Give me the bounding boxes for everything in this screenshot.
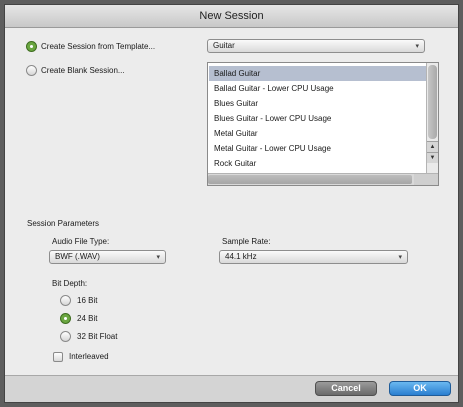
scroll-thumb[interactable]: [208, 175, 412, 184]
sample-rate-select[interactable]: 44.1 kHz ▾: [219, 250, 408, 264]
scroll-thumb[interactable]: [428, 65, 437, 139]
new-session-dialog: New Session Create Session from Template…: [4, 4, 459, 403]
sample-rate-value: 44.1 kHz: [225, 252, 257, 261]
from-template-radio[interactable]: [26, 41, 37, 52]
interleaved-label[interactable]: Interleaved: [69, 352, 109, 361]
interleaved-checkbox[interactable]: [53, 352, 63, 362]
list-item[interactable]: Rock Guitar: [209, 156, 427, 171]
chevron-down-icon: ▾: [415, 43, 419, 50]
bit-depth-16-label[interactable]: 16 Bit: [77, 296, 97, 305]
bit-depth-24-label[interactable]: 24 Bit: [77, 314, 97, 323]
audio-file-type-value: BWF (.WAV): [55, 252, 100, 261]
list-item[interactable]: Blues Guitar: [209, 96, 427, 111]
template-group-value: Guitar: [213, 41, 235, 50]
blank-session-label[interactable]: Create Blank Session...: [41, 66, 125, 75]
blank-session-radio[interactable]: [26, 65, 37, 76]
bit-depth-label: Bit Depth:: [52, 279, 88, 288]
list-item[interactable]: Metal Guitar: [209, 126, 427, 141]
scroll-down-icon[interactable]: ▼: [427, 152, 438, 163]
bit-depth-32-float-label[interactable]: 32 Bit Float: [77, 332, 117, 341]
list-item[interactable]: Ballad Guitar - Lower CPU Usage: [209, 81, 427, 96]
list-item[interactable]: Metal Guitar - Lower CPU Usage: [209, 141, 427, 156]
scroll-buttons[interactable]: [414, 174, 438, 185]
list-item[interactable]: Blues Guitar - Lower CPU Usage: [209, 111, 427, 126]
dialog-footer: Cancel OK: [5, 375, 458, 402]
bit-depth-24-radio[interactable]: [60, 313, 71, 324]
dialog-title: New Session: [5, 5, 458, 28]
audio-file-type-select[interactable]: BWF (.WAV) ▾: [49, 250, 166, 264]
chevron-down-icon: ▾: [398, 254, 402, 261]
vertical-scrollbar[interactable]: ▲ ▼: [426, 63, 438, 173]
template-group-select[interactable]: Guitar ▾: [207, 39, 425, 53]
scroll-up-icon[interactable]: ▲: [427, 141, 438, 152]
horizontal-scrollbar[interactable]: [208, 173, 438, 185]
bit-depth-16-radio[interactable]: [60, 295, 71, 306]
ok-button[interactable]: OK: [389, 381, 451, 396]
chevron-down-icon: ▾: [156, 254, 160, 261]
from-template-label[interactable]: Create Session from Template...: [41, 42, 155, 51]
audio-file-type-label: Audio File Type:: [52, 237, 110, 246]
list-item[interactable]: Ballad Guitar: [209, 66, 427, 81]
session-parameters-heading: Session Parameters: [27, 219, 100, 228]
cancel-button[interactable]: Cancel: [315, 381, 377, 396]
template-list[interactable]: Ballad Guitar Ballad Guitar - Lower CPU …: [207, 62, 439, 186]
sample-rate-label: Sample Rate:: [222, 237, 271, 246]
bit-depth-32-float-radio[interactable]: [60, 331, 71, 342]
